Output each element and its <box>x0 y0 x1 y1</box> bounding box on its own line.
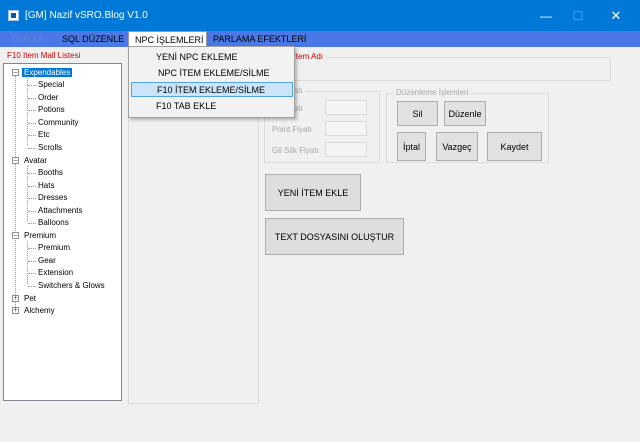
tree-node-community[interactable]: Community <box>38 117 78 129</box>
tree-node-order[interactable]: Order <box>38 92 58 104</box>
tree-line <box>15 73 16 311</box>
tree-node-alchemy[interactable]: Alchemy <box>24 305 55 317</box>
tree-line <box>28 135 36 136</box>
tree-line <box>28 186 36 187</box>
item-name-group: n İtem Adı <box>262 52 611 81</box>
tree-line <box>28 248 36 249</box>
tree-line <box>28 148 36 149</box>
delete-button[interactable]: Sil <box>397 101 438 126</box>
tree-line <box>28 223 36 224</box>
tree-node-hats[interactable]: Hats <box>38 180 54 192</box>
tree-line <box>28 85 36 86</box>
menu-item-label: F10 İTEM EKLEME/SİLME <box>157 85 266 95</box>
menu-item-label: NPC İTEM EKLEME/SİLME <box>158 68 270 78</box>
tree-node-avatar[interactable]: Avatar <box>24 155 47 167</box>
collapse-toggle[interactable]: – <box>12 69 19 76</box>
tree-node-pet[interactable]: Pet <box>24 293 36 305</box>
menu-item-f10-item[interactable]: F10 İTEM EKLEME/SİLME <box>131 82 293 97</box>
maximize-button[interactable]: ☐ <box>568 7 588 25</box>
gil-silk-price-label: Gil Silk Fiyatı <box>272 146 319 155</box>
point-price-label: Point Fiyatı <box>272 125 313 134</box>
tree-node-scrolls[interactable]: Scrolls <box>38 142 62 154</box>
tree-node-balloons[interactable]: Balloons <box>38 217 69 229</box>
create-text-file-button[interactable]: TEXT DOSYASINI OLUŞTUR <box>265 218 404 255</box>
add-item-button[interactable]: YENİ İTEM EKLE <box>265 174 361 211</box>
left-panel-title: F10 Item Mall Listesi <box>7 51 81 60</box>
tree-node-switchers[interactable]: Switchers & Glows <box>38 280 105 292</box>
menu-bar: DOSYA SQL DÜZENLE NPC İŞLEMLERİ PARLAMA … <box>0 31 640 47</box>
tree-node-expendables[interactable]: Expendables <box>22 67 73 79</box>
item-mall-tree[interactable]: – Expendables Special Order Potions Comm… <box>3 63 122 401</box>
point-price-input[interactable] <box>325 121 367 136</box>
menu-item-npc-item[interactable]: NPC İTEM EKLEME/SİLME <box>131 66 293 81</box>
expand-toggle[interactable]: + <box>12 295 19 302</box>
menu-parlama-efektleri[interactable]: PARLAMA EFEKTLERİ <box>213 31 306 47</box>
tree-node-gear[interactable]: Gear <box>38 255 56 267</box>
expand-toggle[interactable]: + <box>12 307 19 314</box>
tree-line <box>28 286 36 287</box>
edit-group-label: Düzenleme İşlemleri <box>394 88 471 97</box>
menu-item-label: YENİ NPC EKLEME <box>156 52 238 62</box>
tree-line <box>28 198 36 199</box>
tree-line <box>28 261 36 262</box>
npc-dropdown-menu: YENİ NPC EKLEME NPC İTEM EKLEME/SİLME F1… <box>128 46 295 118</box>
tree-line <box>28 211 36 212</box>
title-bar: [GM] Nazif vSRO.Blog V1.0 — ☐ ✕ <box>0 0 640 31</box>
edit-button[interactable]: Düzenle <box>444 101 486 126</box>
tree-node-extension[interactable]: Extension <box>38 267 73 279</box>
menu-item-f10-tab[interactable]: F10 TAB EKLE <box>131 99 293 114</box>
tree-node-etc[interactable]: Etc <box>38 129 50 141</box>
tree-node-dresses[interactable]: Dresses <box>38 192 67 204</box>
tree-node-attachments[interactable]: Attachments <box>38 205 82 217</box>
tree-node-label: Expendables <box>22 68 73 77</box>
abort-button[interactable]: Vazgeç <box>436 132 478 161</box>
tree-node-special[interactable]: Special <box>38 79 64 91</box>
cancel-button[interactable]: İptal <box>397 132 426 161</box>
collapse-toggle[interactable]: – <box>12 232 19 239</box>
menu-npc-islemleri[interactable]: NPC İŞLEMLERİ <box>128 31 207 47</box>
menu-item-label: F10 TAB EKLE <box>156 101 217 111</box>
collapse-toggle[interactable]: – <box>12 157 19 164</box>
close-button[interactable]: ✕ <box>606 7 626 25</box>
tree-node-booths[interactable]: Booths <box>38 167 63 179</box>
menu-sql-duzenle[interactable]: SQL DÜZENLE <box>62 31 124 47</box>
tree-line <box>28 98 36 99</box>
tree-line <box>28 123 36 124</box>
tree-line <box>28 273 36 274</box>
tree-line <box>28 110 36 111</box>
tree-line <box>28 173 36 174</box>
save-button[interactable]: Kaydet <box>487 132 542 161</box>
minimize-button[interactable]: — <box>536 7 556 25</box>
tree-node-premium[interactable]: Premium <box>24 230 56 242</box>
window-title: [GM] Nazif vSRO.Blog V1.0 <box>25 10 148 21</box>
menu-item-yeni-npc[interactable]: YENİ NPC EKLEME <box>131 50 293 65</box>
tree-line <box>27 166 28 221</box>
tree-node-potions[interactable]: Potions <box>38 104 65 116</box>
price-input[interactable] <box>325 100 367 115</box>
menu-dosya[interactable]: DOSYA <box>12 31 43 47</box>
tree-node-premium-sub[interactable]: Premium <box>38 242 70 254</box>
app-icon <box>8 10 19 21</box>
gil-silk-price-input[interactable] <box>325 142 367 157</box>
